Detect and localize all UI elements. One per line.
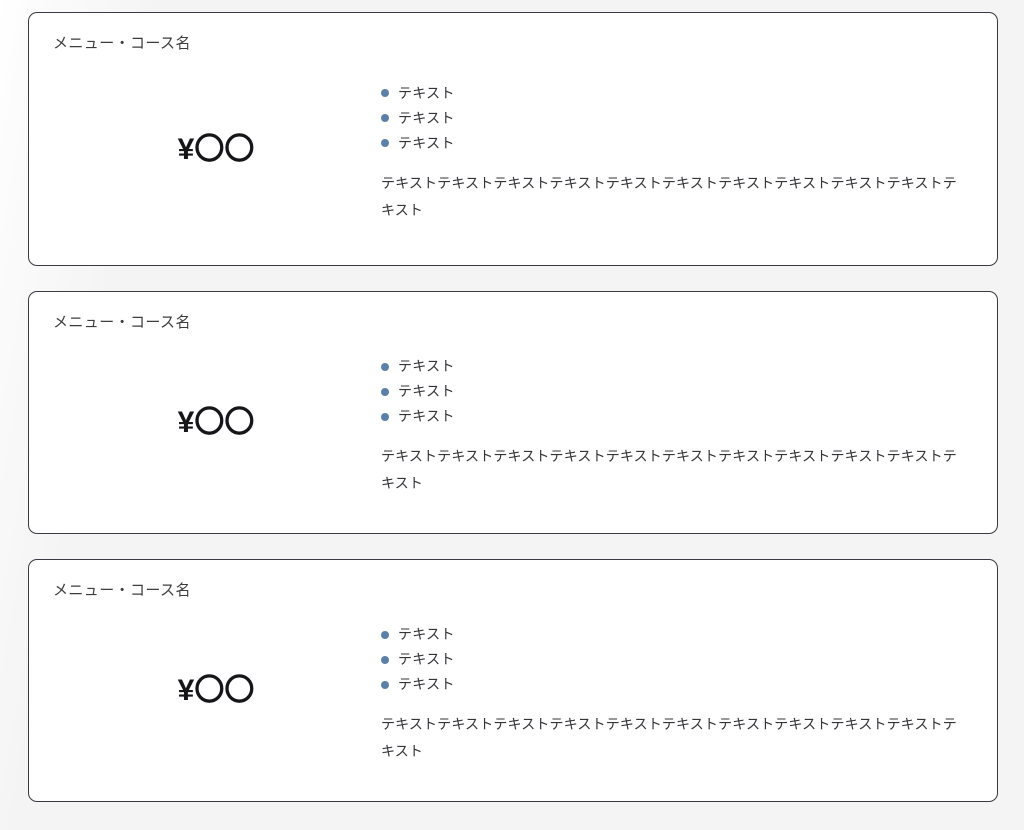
menu-card-detail-column: テキスト テキスト テキスト テキストテキストテキストテキストテキストテキストテ… xyxy=(381,354,975,497)
menu-card-description: テキストテキストテキストテキストテキストテキストテキストテキストテキストテキスト… xyxy=(381,716,957,760)
menu-card-feature-list: テキスト テキスト テキスト xyxy=(381,354,967,429)
menu-card-body: ¥〇〇 テキスト テキスト テキスト テキストテキストテキストテキストテキストテ… xyxy=(51,605,975,783)
bullet-icon xyxy=(381,655,389,664)
feature-label: テキスト xyxy=(398,651,455,668)
feature-label: テキスト xyxy=(398,626,455,643)
feature-label: テキスト xyxy=(398,358,455,375)
bullet-icon xyxy=(381,680,389,689)
bullet-icon xyxy=(381,89,389,98)
menu-card-feature-list: テキスト テキスト テキスト xyxy=(381,81,967,156)
menu-card-description: テキストテキストテキストテキストテキストテキストテキストテキストテキストテキスト… xyxy=(381,174,957,218)
list-item: テキスト xyxy=(381,379,967,404)
bullet-icon xyxy=(381,412,389,421)
bullet-icon xyxy=(381,630,389,639)
feature-label: テキスト xyxy=(398,408,455,425)
list-item: テキスト xyxy=(381,672,967,697)
feature-label: テキスト xyxy=(398,134,455,151)
menu-card-body: ¥〇〇 テキスト テキスト テキスト テキストテキストテキストテキストテキストテ… xyxy=(51,337,975,515)
list-item: テキスト xyxy=(381,106,967,131)
menu-card-title: メニュー・コース名 xyxy=(53,314,191,331)
menu-card-description: テキストテキストテキストテキストテキストテキストテキストテキストテキストテキスト… xyxy=(381,448,957,492)
menu-card[interactable]: メニュー・コース名 ¥〇〇 テキスト テキスト テキスト テキストテキストテキス… xyxy=(28,12,998,266)
menu-card-price: ¥〇〇 xyxy=(177,132,255,166)
list-item: テキスト xyxy=(381,404,967,429)
list-item: テキスト xyxy=(381,354,967,379)
menu-card-price-column: ¥〇〇 xyxy=(51,408,381,444)
list-item: テキスト xyxy=(381,647,967,672)
bullet-icon xyxy=(381,387,389,396)
menu-card-feature-list: テキスト テキスト テキスト xyxy=(381,622,967,697)
menu-card[interactable]: メニュー・コース名 ¥〇〇 テキスト テキスト テキスト テキストテキストテキス… xyxy=(28,559,998,802)
bullet-icon xyxy=(381,139,389,148)
menu-card-title: メニュー・コース名 xyxy=(53,35,191,52)
menu-card-list: メニュー・コース名 ¥〇〇 テキスト テキスト テキスト テキストテキストテキス… xyxy=(0,0,1024,830)
menu-card-price: ¥〇〇 xyxy=(177,406,255,439)
menu-card[interactable]: メニュー・コース名 ¥〇〇 テキスト テキスト テキスト テキストテキストテキス… xyxy=(28,291,998,534)
menu-card-title: メニュー・コース名 xyxy=(53,582,191,599)
feature-label: テキスト xyxy=(398,676,455,693)
menu-card-detail-column: テキスト テキスト テキスト テキストテキストテキストテキストテキストテキストテ… xyxy=(381,622,975,765)
bullet-icon xyxy=(381,362,389,371)
menu-card-detail-column: テキスト テキスト テキスト テキストテキストテキストテキストテキストテキストテ… xyxy=(381,81,975,224)
menu-card-body: ¥〇〇 テキスト テキスト テキスト テキストテキストテキストテキストテキストテ… xyxy=(51,58,975,247)
feature-label: テキスト xyxy=(398,383,455,400)
list-item: テキスト xyxy=(381,131,967,156)
feature-label: テキスト xyxy=(398,84,455,101)
list-item: テキスト xyxy=(381,81,967,106)
menu-card-price: ¥〇〇 xyxy=(177,674,255,707)
menu-card-price-column: ¥〇〇 xyxy=(51,676,381,712)
list-item: テキスト xyxy=(381,622,967,647)
menu-card-price-column: ¥〇〇 xyxy=(51,132,381,171)
feature-label: テキスト xyxy=(398,109,455,126)
bullet-icon xyxy=(381,114,389,123)
